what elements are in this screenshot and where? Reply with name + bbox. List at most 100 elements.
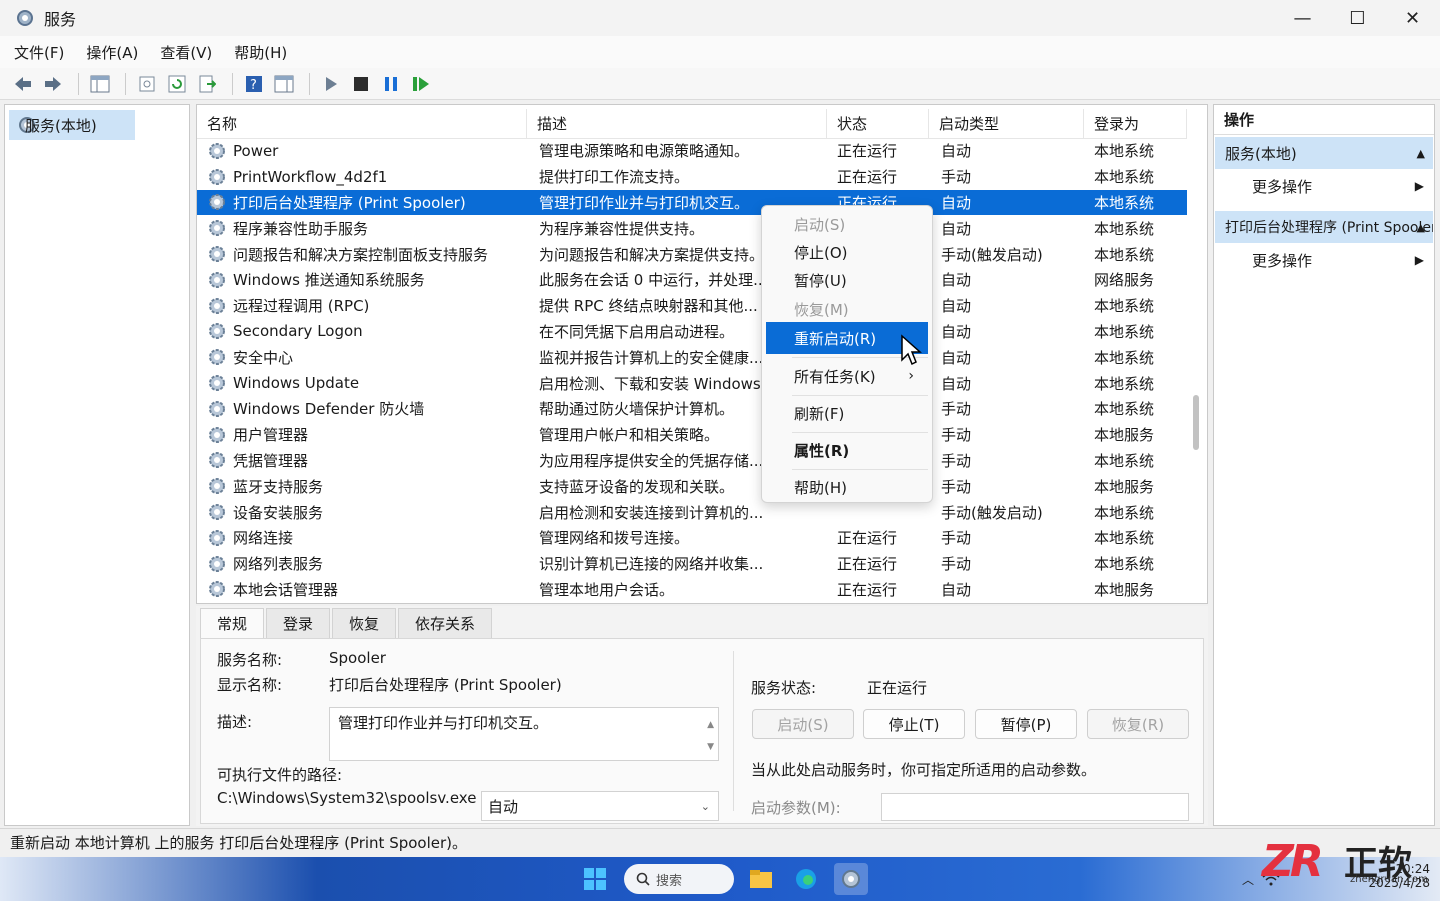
description-value: 管理打印作业并与打印机交互。 bbox=[338, 714, 549, 732]
column-header-name[interactable]: 名称 bbox=[197, 108, 527, 139]
actions-group-services-local[interactable]: 服务(本地) ▲ bbox=[1215, 137, 1433, 169]
service-name-text: 程序兼容性助手服务 bbox=[233, 219, 369, 238]
tab-recovery[interactable]: 恢复 bbox=[332, 608, 397, 638]
startup-type-select[interactable]: 自动 ⌄ bbox=[481, 791, 719, 821]
stop-service-icon[interactable] bbox=[348, 72, 374, 96]
ctx-help[interactable]: 帮助(H) bbox=[766, 471, 928, 503]
service-description-cell: 管理本地用户会话。 bbox=[539, 580, 675, 599]
service-name-cell: 问题报告和解决方案控制面板支持服务 bbox=[197, 244, 527, 265]
windows-start-icon[interactable] bbox=[578, 863, 612, 895]
service-gear-icon bbox=[209, 246, 225, 263]
file-explorer-icon[interactable] bbox=[744, 863, 778, 895]
service-row[interactable]: Windows 推送通知系统服务 此服务在会话 0 中运行，并处理... 自动 网络服… bbox=[197, 267, 1187, 293]
minimize-button[interactable]: — bbox=[1275, 0, 1330, 36]
service-row[interactable]: 远程过程调用 (RPC) 提供 RPC 终结点映射器和其他... 自动 本地系统 bbox=[197, 293, 1187, 319]
description-textbox[interactable]: 管理打印作业并与打印机交互。 ▲ ▼ bbox=[329, 707, 719, 761]
window-title: 服务 bbox=[44, 10, 77, 29]
refresh-icon[interactable] bbox=[164, 72, 190, 96]
service-name-text: Windows Defender 防火墙 bbox=[233, 400, 425, 419]
service-logon-cell: 本地系统 bbox=[1094, 348, 1155, 367]
service-row[interactable]: Power 管理电源策略和电源策略通知。 正在运行 自动 本地系统 bbox=[197, 138, 1187, 164]
clock-time: 10:24 bbox=[1395, 862, 1430, 876]
properties-icon[interactable] bbox=[134, 72, 160, 96]
column-header-description[interactable]: 描述 bbox=[527, 108, 827, 139]
watermark-logo: ZR bbox=[1262, 836, 1324, 887]
ctx-resume[interactable]: 恢复(M) bbox=[766, 293, 928, 325]
service-row[interactable]: 设备安装服务 启用检测和安装连接到计算机的... 手动(触发启动) 本地系统 bbox=[197, 499, 1187, 525]
service-row[interactable]: PrintWorkflow_4d2f1 提供打印工作流支持。 正在运行 手动 本地系统 bbox=[197, 164, 1187, 190]
service-row[interactable]: 网络列表服务 识别计算机已连接的网络并收集... 正在运行 手动 本地系统 bbox=[197, 551, 1187, 577]
service-gear-icon bbox=[209, 168, 225, 185]
menu-help[interactable]: 帮助(H) bbox=[234, 42, 287, 63]
service-name-text: Windows Update bbox=[233, 374, 360, 393]
service-name-text: 设备安装服务 bbox=[233, 503, 324, 522]
menu-view[interactable]: 查看(V) bbox=[160, 42, 212, 63]
service-row[interactable]: 安全中心 监视并报告计算机上的安全健康... 自动 本地系统 bbox=[197, 344, 1187, 370]
service-startup-type-cell: 自动 bbox=[941, 322, 972, 341]
column-header-status[interactable]: 状态 bbox=[827, 108, 929, 139]
actions-more-1[interactable]: 更多操作 ▶ bbox=[1252, 171, 1432, 201]
menu-file[interactable]: 文件(F) bbox=[14, 42, 64, 63]
taskbar-search[interactable]: 搜索 bbox=[624, 864, 734, 894]
back-icon[interactable] bbox=[10, 72, 36, 96]
help-icon[interactable]: ? bbox=[241, 72, 267, 96]
console-tree-icon[interactable] bbox=[87, 72, 113, 96]
service-row[interactable]: Windows Update 启用检测、下载和安装 Windows ... 自动 本地… bbox=[197, 370, 1187, 396]
services-app-taskbar-icon[interactable] bbox=[834, 863, 868, 895]
maximize-button[interactable]: ☐ bbox=[1330, 0, 1385, 36]
service-row[interactable]: 问题报告和解决方案控制面板支持服务 为问题报告和解决方案提供支持。 手动(触发启动)… bbox=[197, 241, 1187, 267]
vertical-scrollbar[interactable] bbox=[1193, 395, 1199, 450]
service-name-cell: 蓝牙支持服务 bbox=[197, 476, 527, 497]
service-logon-cell: 本地系统 bbox=[1094, 193, 1155, 212]
export-list-icon[interactable] bbox=[194, 72, 220, 96]
forward-icon[interactable] bbox=[40, 72, 66, 96]
tree-item-services-local[interactable]: 服务(本地) bbox=[9, 110, 135, 140]
service-row[interactable]: 凭据管理器 为应用程序提供安全的凭据存储... 手动 本地系统 bbox=[197, 448, 1187, 474]
start-service-icon[interactable] bbox=[318, 72, 344, 96]
ctx-pause[interactable]: 暂停(U) bbox=[766, 264, 928, 296]
actions-group-print-spooler[interactable]: 打印后台处理程序 (Print Spooler) ▲ bbox=[1215, 211, 1433, 243]
stop-button[interactable]: 停止(T) bbox=[863, 709, 965, 739]
service-name-cell: 打印后台处理程序 (Print Spooler) bbox=[197, 192, 527, 213]
tab-dependencies[interactable]: 依存关系 bbox=[398, 608, 493, 638]
service-row[interactable]: 打印后台处理程序 (Print Spooler) 管理打印作业并与打印机交互。 正在… bbox=[197, 189, 1187, 216]
svg-text:?: ? bbox=[250, 78, 257, 93]
service-row[interactable]: 蓝牙支持服务 支持蓝牙设备的发现和关联。 手动 本地服务 bbox=[197, 473, 1187, 499]
service-gear-icon bbox=[209, 142, 225, 159]
show-hide-action-pane-icon[interactable] bbox=[271, 72, 297, 96]
tab-logon[interactable]: 登录 bbox=[266, 608, 331, 638]
resume-button[interactable]: 恢复(R) bbox=[1087, 709, 1189, 739]
close-button[interactable]: ✕ bbox=[1385, 0, 1440, 36]
pause-service-icon[interactable] bbox=[378, 72, 404, 96]
start-button[interactable]: 启动(S) bbox=[752, 709, 854, 739]
actions-group-label: 服务(本地) bbox=[1225, 144, 1297, 163]
service-logon-cell: 本地系统 bbox=[1094, 529, 1155, 548]
pause-button[interactable]: 暂停(P) bbox=[975, 709, 1077, 739]
menu-action[interactable]: 操作(A) bbox=[86, 42, 138, 63]
restart-service-icon[interactable] bbox=[408, 72, 434, 96]
chevron-right-icon: ▶ bbox=[1414, 253, 1424, 267]
service-row[interactable]: 网络连接 管理网络和拨号连接。 正在运行 手动 本地系统 bbox=[197, 525, 1187, 551]
start-params-input[interactable] bbox=[881, 793, 1189, 821]
service-row[interactable]: 用户管理器 管理用户帐户和相关策略。 手动 本地服务 bbox=[197, 422, 1187, 448]
service-row[interactable]: Secondary Logon 在不同凭据下启用启动进程。 自动 本地系统 bbox=[197, 319, 1187, 345]
service-row[interactable]: 本地会话管理器 管理本地用户会话。 正在运行 自动 本地服务 bbox=[197, 577, 1187, 603]
ctx-properties[interactable]: 属性(R) bbox=[766, 434, 928, 466]
service-logon-cell: 网络服务 bbox=[1094, 271, 1155, 290]
service-gear-icon bbox=[209, 400, 225, 417]
service-row[interactable]: Windows Defender 防火墙 帮助通过防火墙保护计算机。 手动 本地系统 bbox=[197, 396, 1187, 422]
tab-general[interactable]: 常规 bbox=[200, 608, 265, 638]
service-logon-cell: 本地系统 bbox=[1094, 142, 1155, 161]
console-tree: 服务(本地) bbox=[4, 104, 190, 826]
ctx-refresh[interactable]: 刷新(F) bbox=[766, 397, 928, 429]
tray-chevron-up-icon[interactable]: ︿ bbox=[1242, 863, 1254, 895]
actions-more-2[interactable]: 更多操作 ▶ bbox=[1252, 245, 1432, 275]
taskbar-clock[interactable]: 10:24 2025/4/28 bbox=[1368, 862, 1430, 890]
service-row[interactable]: 程序兼容性助手服务 为程序兼容性提供支持。 自动 本地系统 bbox=[197, 215, 1187, 241]
column-header-startup-type[interactable]: 启动类型 bbox=[929, 108, 1084, 139]
actions-more-label: 更多操作 bbox=[1252, 177, 1313, 196]
edge-browser-icon[interactable] bbox=[789, 863, 823, 895]
start-params-label: 启动参数(M): bbox=[751, 799, 841, 817]
column-header-log-on-as[interactable]: 登录为 bbox=[1084, 108, 1187, 139]
textbox-scroll-arrows-icon[interactable]: ▲ ▼ bbox=[707, 714, 714, 758]
